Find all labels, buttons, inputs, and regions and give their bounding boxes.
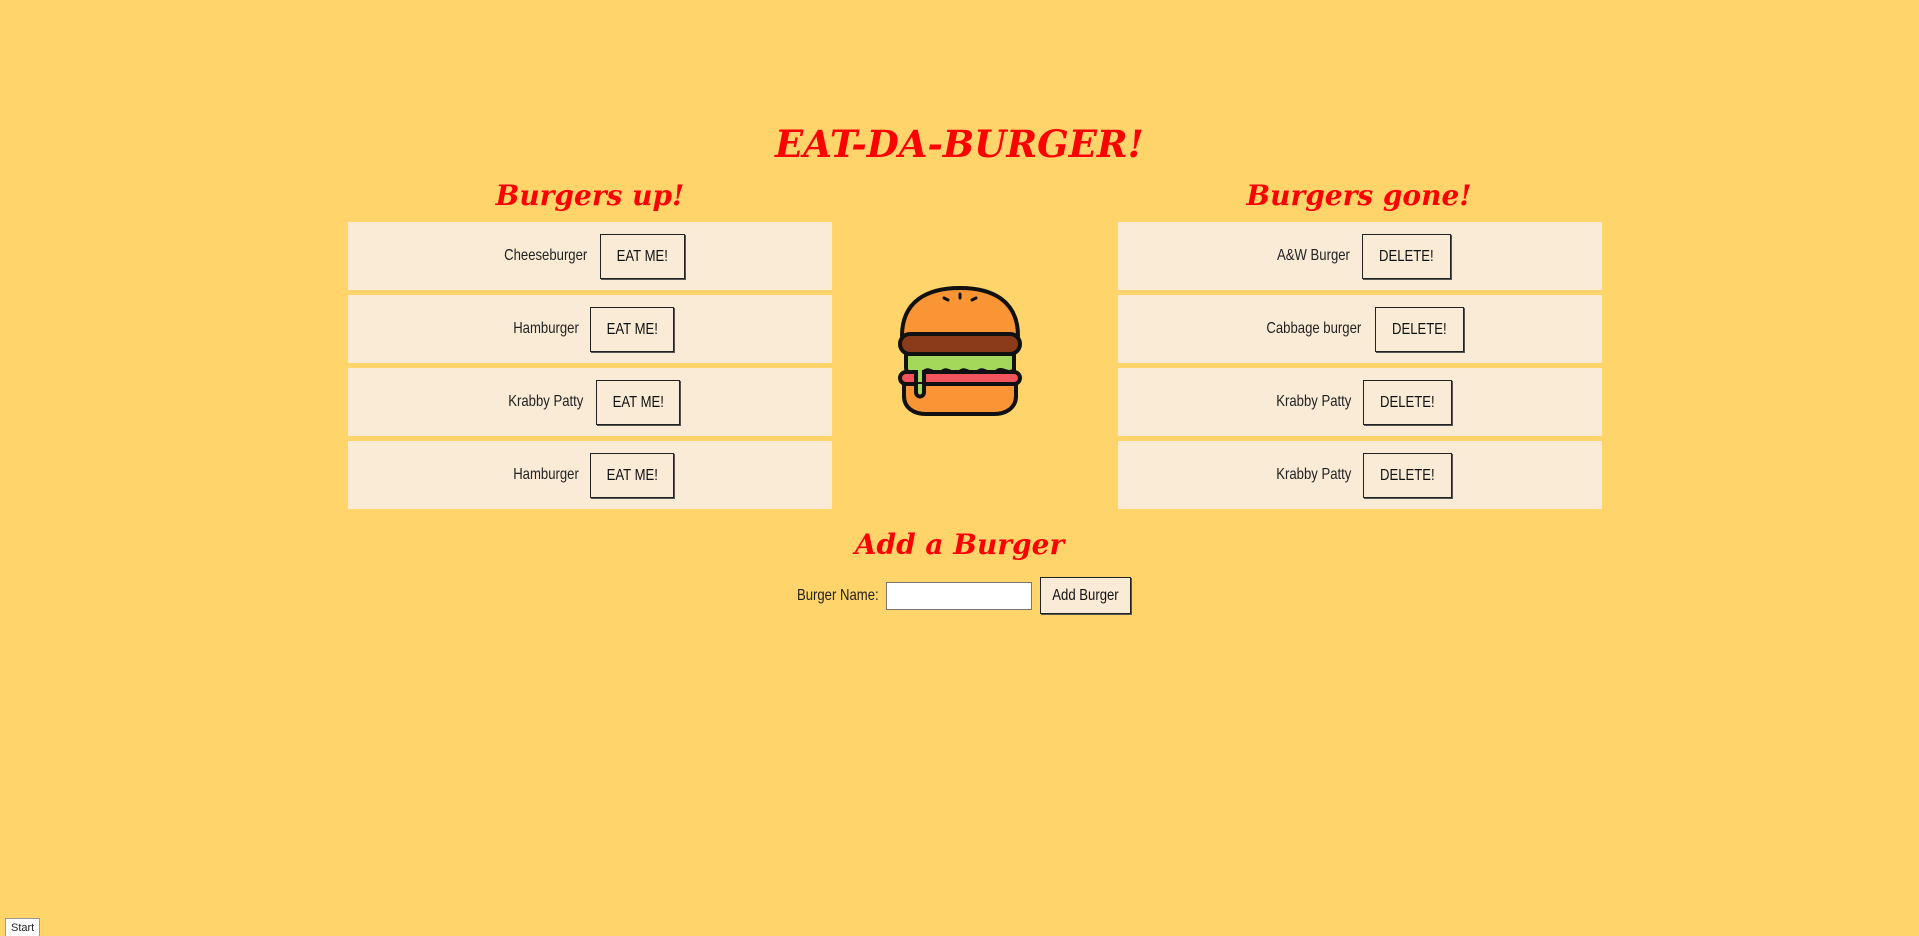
page: EAT-DA-BURGER! Burgers up! Burgers gone!… <box>0 0 1919 936</box>
add-burger-button[interactable]: Add Burger <box>1039 577 1131 614</box>
list-item: Krabby Patty DELETE! <box>1118 441 1602 509</box>
burger-name: Krabby Patty <box>1276 466 1352 483</box>
burgers-gone-heading: Burgers gone! <box>1246 179 1472 212</box>
eat-me-button[interactable]: EAT ME! <box>589 452 675 498</box>
add-burger-form: Burger Name: Add Burger <box>0 577 1919 614</box>
add-burger-heading: Add a Burger <box>854 528 1065 561</box>
list-item: Krabby Patty EAT ME! <box>348 368 832 436</box>
burger-name: Hamburger <box>512 466 579 483</box>
start-button[interactable]: Start <box>5 918 41 936</box>
burger-icon <box>898 286 1022 416</box>
delete-button[interactable]: DELETE! <box>1362 233 1451 279</box>
burgers-up-list: Cheeseburger EAT ME! Hamburger EAT ME! K… <box>348 222 832 514</box>
delete-button[interactable]: DELETE! <box>1363 452 1453 498</box>
burger-name: A&W Burger <box>1277 247 1351 264</box>
list-item: Hamburger EAT ME! <box>348 441 832 509</box>
burger-name: Krabby Patty <box>1276 393 1352 410</box>
eat-me-button[interactable]: EAT ME! <box>600 233 685 279</box>
page-title: EAT-DA-BURGER! <box>775 122 1144 166</box>
burger-name: Cabbage burger <box>1266 320 1362 337</box>
list-item: A&W Burger DELETE! <box>1118 222 1602 290</box>
list-item: Krabby Patty DELETE! <box>1118 368 1602 436</box>
burgers-up-heading: Burgers up! <box>495 179 685 212</box>
delete-button[interactable]: DELETE! <box>1363 379 1453 425</box>
list-item: Hamburger EAT ME! <box>348 295 832 363</box>
burger-name: Cheeseburger <box>504 247 588 264</box>
delete-button[interactable]: DELETE! <box>1375 306 1465 352</box>
eat-me-button[interactable]: EAT ME! <box>595 379 681 425</box>
list-item: Cheeseburger EAT ME! <box>348 222 832 290</box>
burger-name-input[interactable] <box>885 581 1032 610</box>
burger-name: Hamburger <box>512 320 579 337</box>
burger-name: Krabby Patty <box>508 393 584 410</box>
list-item: Cabbage burger DELETE! <box>1118 295 1602 363</box>
eat-me-button[interactable]: EAT ME! <box>589 306 675 352</box>
burger-name-label: Burger Name: <box>797 586 879 604</box>
burgers-gone-list: A&W Burger DELETE! Cabbage burger DELETE… <box>1118 222 1602 514</box>
